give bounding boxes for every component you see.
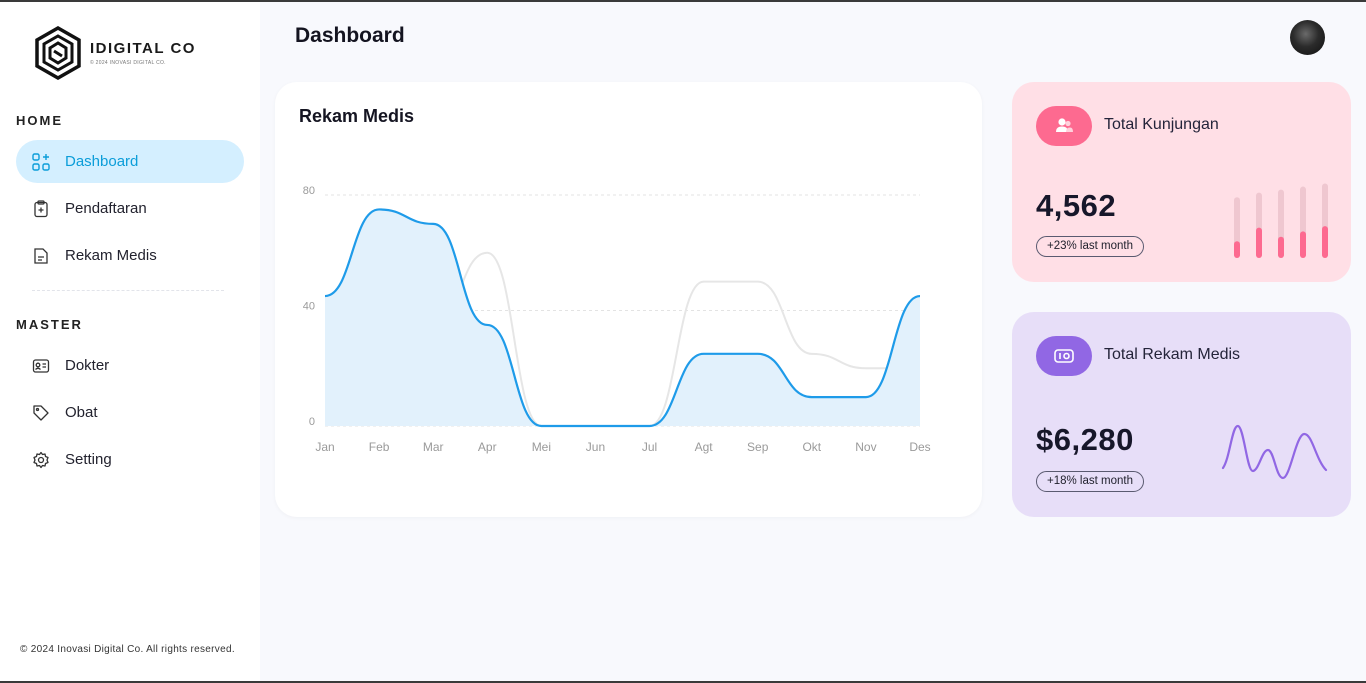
x-tick-label: Des [909,440,930,454]
clipboard-plus-icon [32,199,50,218]
x-tick-label: Apr [478,440,497,454]
stat-badge: +23% last month [1036,236,1144,257]
brand-name: IDIGITAL CO [90,40,196,57]
mini-bar-fill [1278,236,1284,258]
document-icon [32,247,50,265]
stat-badge: +18% last month [1036,471,1144,492]
rekam-medis-chart: 0 40 80 Jan Feb Mar Apr Mei Jun Jul Agt Sep Okt Nov De… [303,185,931,454]
records-sparkline [1221,424,1328,480]
visits-mini-bar-chart [1234,183,1328,258]
sidebar-item-label: Pendaftaran [65,200,147,217]
id-card-icon [32,357,50,375]
total-rekam-medis-card[interactable]: Total Rekam Medis $6,280 +18% last month [1012,312,1351,517]
sidebar-item-pendaftaran[interactable]: Pendaftaran [16,187,244,230]
section-label-master: MASTER [16,317,83,332]
grid-plus-icon [32,152,50,171]
wallet-icon [1036,336,1092,376]
stat-label: Total Kunjungan [1104,116,1219,133]
brand-logo-icon [35,26,81,80]
x-tick-label: Feb [369,440,390,454]
x-tick-label: Jun [586,440,605,454]
total-kunjungan-card[interactable]: Total Kunjungan 4,562 +23% last month [1012,82,1351,282]
pill-icon [32,404,50,422]
x-tick-label: Sep [747,440,769,454]
section-label-home: HOME [16,113,63,128]
sidebar-item-obat[interactable]: Obat [16,391,244,434]
sidebar-item-dokter[interactable]: Dokter [16,344,244,387]
sidebar-item-label: Dashboard [65,153,139,170]
brand-logo[interactable]: IDIGITAL CO © 2024 INOVASI DIGITAL CO. [34,26,196,80]
mini-bar-fill [1300,231,1306,258]
y-tick-label: 0 [309,416,315,428]
x-tick-label: Jul [642,440,657,454]
page-title: Dashboard [295,24,405,47]
sidebar-divider [32,290,224,291]
mini-bar-fill [1234,241,1240,258]
sidebar-item-label: Dokter [65,357,110,374]
x-tick-label: Nov [855,440,876,454]
sidebar-item-setting[interactable]: Setting [16,438,244,481]
x-tick-label: Okt [802,440,821,454]
sidebar: IDIGITAL CO © 2024 INOVASI DIGITAL CO. H… [0,2,260,681]
y-tick-label: 40 [303,301,315,313]
stat-value: $6,280 [1036,422,1134,457]
x-tick-label: Mei [532,440,551,454]
brand-tagline: © 2024 INOVASI DIGITAL CO. [90,60,166,66]
x-tick-label: Jan [315,440,334,454]
mini-bar-fill [1256,227,1262,258]
rekam-medis-chart-card: Rekam Medis 0 40 80 Jan Feb Mar Apr Mei Jun Jul Ag… [275,82,982,517]
footer-copyright: © 2024 Inovasi Digital Co. All rights re… [20,644,235,655]
stat-label: Total Rekam Medis [1104,346,1241,363]
sidebar-item-label: Setting [65,451,112,468]
mini-bar-fill [1322,226,1328,258]
gear-icon [32,451,50,469]
stat-value: 4,562 [1036,188,1117,223]
sidebar-item-dashboard[interactable]: Dashboard [16,140,244,183]
sidebar-item-label: Obat [65,404,98,421]
sidebar-item-label: Rekam Medis [65,247,157,264]
avatar[interactable] [1290,20,1325,55]
series-area-primary [325,209,920,426]
y-tick-label: 80 [303,185,315,197]
sidebar-item-rekam-medis[interactable]: Rekam Medis [16,234,244,277]
x-tick-label: Agt [695,440,714,454]
x-tick-label: Mar [423,440,444,454]
users-icon [1036,106,1092,146]
